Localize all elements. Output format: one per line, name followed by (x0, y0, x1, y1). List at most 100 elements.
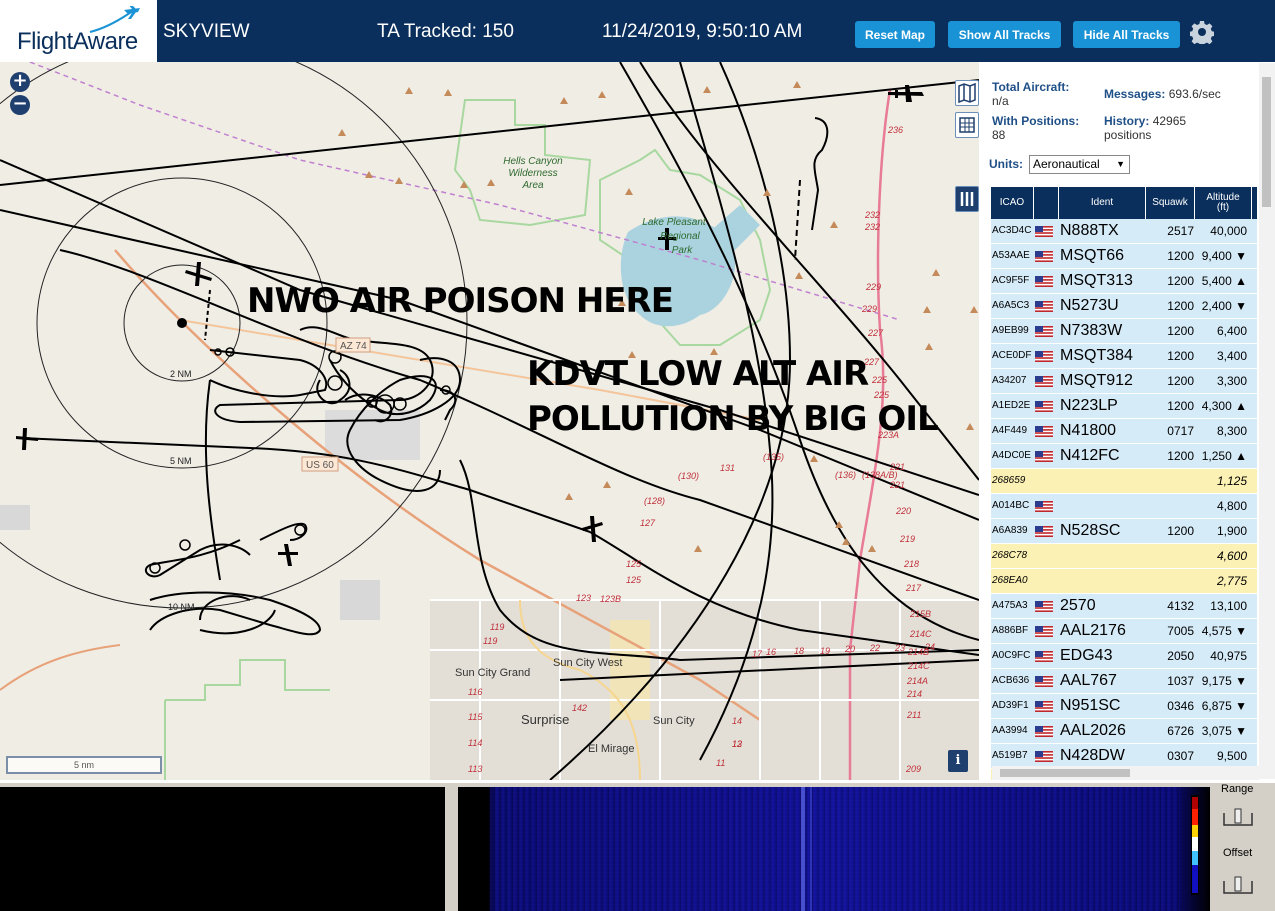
horizontal-scrollbar[interactable] (992, 766, 1259, 780)
info-icon[interactable]: i (948, 750, 968, 772)
cell-icao: A475A3 (992, 600, 1028, 611)
col-altitude[interactable]: Altitude (ft) (1195, 187, 1252, 219)
table-row[interactable]: ACE0DF MSQT384 1200 3,400 (991, 344, 1257, 369)
table-row[interactable]: ACB636 AAL767 1037 9,175 ▼ (991, 669, 1257, 694)
col-flag[interactable] (1034, 187, 1059, 219)
table-row[interactable]: A9EB99 N7383W 1200 6,400 (991, 319, 1257, 344)
table-row[interactable]: AD39F1 N951SC 0346 6,875 ▼ (991, 694, 1257, 719)
svg-text:229: 229 (865, 282, 881, 292)
us-flag-icon (1035, 376, 1053, 387)
logo[interactable]: FlightAware (0, 0, 157, 62)
horizontal-scroll-thumb[interactable] (1000, 769, 1130, 777)
cell-icao: A34207 (992, 375, 1027, 386)
cell-squawk: 2517 (1167, 224, 1194, 238)
units-select[interactable]: Aeronautical ▼ (1029, 155, 1130, 174)
table-row[interactable]: A34207 MSQT912 1200 3,300 (991, 369, 1257, 394)
cell-altitude: 13,100 ▼ (1210, 599, 1247, 637)
table-row[interactable]: A475A3 2570 4132 13,100 ▼ (991, 594, 1257, 637)
cell-icao: AA3994 (992, 725, 1028, 736)
map-canvas[interactable]: 236 232 232 229 229 227 227 225 225 223A 221 221… (0, 62, 979, 780)
total-aircraft-value: n/a (992, 94, 1009, 108)
vertical-scroll-thumb[interactable] (1262, 77, 1271, 207)
cell-squawk: 0346 (1167, 699, 1194, 713)
cell-squawk: 7005 (1167, 624, 1194, 638)
table-row[interactable]: A6A839 N528SC 1200 1,900 (991, 519, 1257, 544)
table-row[interactable]: AC3D4C N888TX 2517 40,000 (991, 219, 1257, 244)
table-row[interactable]: A886BF AAL2176 7005 4,575 ▼ (991, 619, 1257, 644)
range-slider[interactable] (1222, 807, 1254, 829)
svg-text:131: 131 (720, 463, 735, 473)
cell-icao: A9EB99 (992, 325, 1029, 336)
table-row[interactable]: A014BC 4,800 (991, 494, 1257, 519)
cell-ident: N223LP (1060, 397, 1118, 414)
cell-icao: ACE0DF (992, 350, 1032, 361)
col-squawk[interactable]: Squawk (1146, 187, 1195, 219)
col-ident[interactable]: Ident (1059, 187, 1146, 219)
cell-icao: 268659 (992, 475, 1026, 486)
cell-icao: A0C9FC (992, 650, 1031, 661)
table-row[interactable]: A0C9FC EDG43 2050 40,975 ▲ (991, 644, 1257, 687)
col-icao[interactable]: ICAO (991, 187, 1034, 219)
offset-slider[interactable] (1222, 875, 1254, 897)
sdr-blank-display (0, 787, 445, 911)
svg-text:123B: 123B (600, 594, 621, 604)
svg-text:229: 229 (861, 304, 877, 314)
ta-tracked-count: TA Tracked: 150 (377, 21, 514, 42)
reset-map-button[interactable]: Reset Map (855, 21, 935, 48)
table-row[interactable]: A4F449 N41800 0717 8,300 (991, 419, 1257, 444)
cell-altitude: 8,300 (1216, 424, 1247, 438)
svg-text:(130): (130) (678, 471, 699, 481)
table-row[interactable]: 268C78 4,600 (991, 544, 1257, 569)
svg-text:220: 220 (895, 506, 911, 516)
gear-icon[interactable] (1190, 20, 1214, 44)
cell-squawk (1149, 469, 1194, 493)
cell-altitude: 9,500 (1216, 749, 1247, 763)
history-value: 42965 (1152, 114, 1187, 128)
table-row[interactable]: AC9F5F MSQT313 1200 5,400 ▲ (991, 269, 1257, 294)
cell-ident: EDG43 (1060, 647, 1113, 664)
table-row[interactable]: 268EA0 2,775 (991, 569, 1257, 594)
map-layer-toggle-icon[interactable] (955, 80, 979, 106)
label-lake-pleasant-2: Regional (660, 231, 700, 242)
svg-text:116: 116 (468, 687, 482, 697)
svg-text:17: 17 (752, 649, 763, 659)
us-flag-icon (1035, 751, 1053, 762)
label-hells-canyon-1: Hells Canyon (503, 156, 563, 167)
svg-text:127: 127 (640, 518, 656, 528)
cell-icao: AC3D4C (992, 225, 1032, 236)
table-row[interactable]: A53AAE MSQT66 1200 9,400 ▼ (991, 244, 1257, 269)
grid-icon[interactable] (955, 112, 979, 138)
show-all-tracks-button[interactable]: Show All Tracks (948, 21, 1061, 48)
current-datetime: 11/24/2019, 9:50:10 AM (602, 21, 803, 42)
label-lake-pleasant-3: Park (672, 245, 694, 256)
history-stat: History: 42965 positions (1104, 114, 1186, 142)
zoom-in-button[interactable]: + (10, 72, 30, 92)
svg-text:219: 219 (899, 534, 915, 544)
cell-ident: N41800 (1060, 422, 1117, 439)
table-row[interactable]: 268659 1,125 (991, 469, 1257, 494)
cell-icao: A886BF (992, 625, 1029, 636)
hide-all-tracks-button[interactable]: Hide All Tracks (1073, 21, 1180, 48)
messages-value: 693.6/sec (1168, 87, 1221, 101)
table-row[interactable]: AA3994 AAL2026 6726 3,075 ▼ (991, 719, 1257, 744)
svg-text:20: 20 (844, 644, 855, 654)
col-altitude-unit: (ft) (1216, 202, 1230, 213)
cell-ident: MSQT384 (1060, 347, 1133, 364)
cell-icao: AC9F5F (992, 275, 1030, 286)
cell-ident: AAL2026 (1060, 722, 1126, 739)
table-row[interactable]: A1ED2E N223LP 1200 4,300 ▲ (991, 394, 1257, 419)
vertical-scrollbar[interactable] (1259, 63, 1275, 779)
us-flag-icon (1035, 451, 1053, 462)
cell-ident: N528SC (1060, 522, 1121, 539)
aircraft-panel: Total Aircraft: n/a Messages: 693.6/sec … (979, 62, 1275, 780)
history-label: History: (1104, 114, 1150, 128)
table-row[interactable]: A6A5C3 N5273U 1200 2,400 ▼ (991, 294, 1257, 319)
app-title: SKYVIEW (163, 21, 250, 42)
zoom-out-button[interactable]: − (10, 95, 30, 115)
columns-icon[interactable] (955, 186, 979, 212)
units-value: Aeronautical (1033, 157, 1100, 171)
table-row[interactable]: A4DC0E N412FC 1200 1,250 ▲ (991, 444, 1257, 469)
svg-text:211: 211 (906, 710, 921, 720)
label-sun-city-west: Sun City West (553, 657, 623, 669)
svg-text:218: 218 (903, 559, 919, 569)
